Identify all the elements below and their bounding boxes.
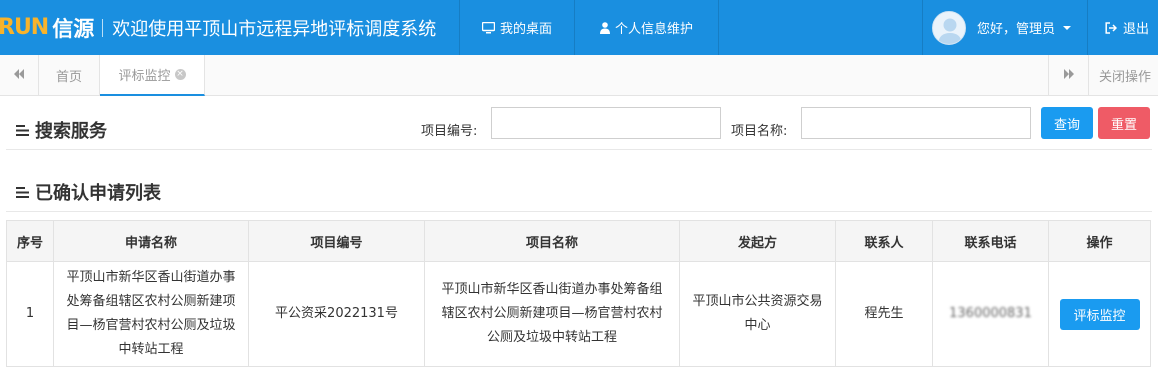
cell-project-name: 平顶山市新华区香山街道办事处筹备组辖区农村公厕新建项目—杨官营村农村公厕及垃圾中… — [424, 261, 680, 367]
cell-contact: 程先生 — [835, 261, 933, 367]
column-header-contact: 联系人 — [835, 220, 933, 262]
section-divider — [6, 149, 1152, 150]
column-header-phone: 联系电话 — [932, 220, 1049, 262]
close-icon[interactable]: × — [174, 69, 186, 80]
logout-label: 退出 — [1123, 22, 1150, 37]
table-row: 1 平顶山市新华区香山街道办事处筹备组辖区农村公厕新建项目—杨官营村农村公厕及垃… — [6, 261, 1151, 367]
search-section-title: 搜索服务 — [16, 117, 107, 143]
section-divider — [6, 211, 1152, 212]
logo-divider — [102, 18, 104, 37]
list-section-title: 已确认申请列表 — [16, 179, 161, 205]
search-title-text: 搜索服务 — [35, 121, 107, 142]
list-title-text: 已确认申请列表 — [35, 183, 161, 204]
cell-phone: 1360000831 — [932, 261, 1049, 367]
nav-my-desktop-label: 我的桌面 — [499, 22, 552, 37]
query-button[interactable]: 查询 — [1041, 107, 1093, 139]
user-icon — [599, 21, 610, 34]
cell-index: 1 — [6, 261, 54, 367]
brand: RUN 信源 欢迎使用平顶山市远程异地评标调度系统 — [0, 0, 436, 55]
column-header-action: 操作 — [1048, 220, 1151, 262]
tab-bar: 首页 评标监控 × 关闭操作 — [0, 55, 1158, 96]
user-menu[interactable]: 您好，管理员 — [922, 0, 1088, 55]
tab-scroll-left-button[interactable] — [0, 55, 39, 95]
project-no-input[interactable] — [491, 107, 721, 139]
monitor-icon — [481, 21, 495, 34]
tab-scroll-right-button[interactable] — [1048, 55, 1088, 95]
double-chevron-left-icon — [13, 68, 25, 82]
nav-profile[interactable]: 个人信息维护 — [575, 0, 719, 55]
phone-text: 1360000831 — [949, 306, 1032, 321]
top-header: RUN 信源 欢迎使用平顶山市远程异地评标调度系统 我的桌面 个人信息维护 您好… — [0, 0, 1158, 55]
greeting: 您好，管理员 — [977, 22, 1056, 37]
chevron-down-icon — [1063, 25, 1072, 30]
cell-initiator: 平顶山市公共资源交易中心 — [679, 261, 836, 367]
close-operations-menu[interactable]: 关闭操作 — [1088, 55, 1158, 95]
column-header-index: 序号 — [6, 220, 54, 262]
column-header-project-name: 项目名称 — [424, 220, 680, 262]
column-header-application-name: 申请名称 — [53, 220, 249, 262]
project-name-input[interactable] — [801, 107, 1031, 139]
bid-monitor-button[interactable]: 评标监控 — [1059, 298, 1140, 330]
logout-button[interactable]: 退出 — [1105, 0, 1149, 55]
project-name-label: 项目名称: — [731, 124, 788, 139]
column-header-project-no: 项目编号 — [248, 220, 425, 262]
tab-home-label: 首页 — [55, 69, 82, 85]
nav-profile-label: 个人信息维护 — [614, 22, 693, 37]
cell-application-name: 平顶山市新华区香山街道办事处筹备组辖区农村公厕新建项目—杨官营村农村公厕及垃圾中… — [53, 261, 249, 367]
table-header-row: 序号 申请名称 项目编号 项目名称 发起方 联系人 联系电话 操作 — [6, 220, 1151, 262]
double-chevron-right-icon — [1063, 68, 1075, 82]
column-header-initiator: 发起方 — [679, 220, 836, 262]
tab-bid-monitor[interactable]: 评标监控 × — [100, 55, 205, 96]
cell-action: 评标监控 — [1048, 261, 1151, 367]
list-icon — [16, 186, 29, 198]
cell-project-no: 平公资采2022131号 — [248, 261, 425, 367]
tab-bid-monitor-label: 评标监控 — [118, 69, 171, 84]
project-no-label: 项目编号: — [421, 124, 478, 139]
close-operations-label: 关闭操作 — [1099, 69, 1152, 85]
reset-button[interactable]: 重置 — [1098, 107, 1150, 139]
confirmed-applications-table: 序号 申请名称 项目编号 项目名称 发起方 联系人 联系电话 操作 1 平顶山市… — [6, 220, 1151, 367]
nav-my-desktop[interactable]: 我的桌面 — [459, 0, 575, 55]
logo-xinyuan: 信源 — [52, 16, 95, 41]
system-title: 欢迎使用平顶山市远程异地评标调度系统 — [112, 18, 437, 40]
tab-home[interactable]: 首页 — [39, 55, 100, 95]
logout-icon — [1105, 21, 1117, 34]
list-icon — [16, 124, 29, 136]
logo-run: RUN — [0, 15, 49, 40]
avatar — [932, 10, 966, 45]
